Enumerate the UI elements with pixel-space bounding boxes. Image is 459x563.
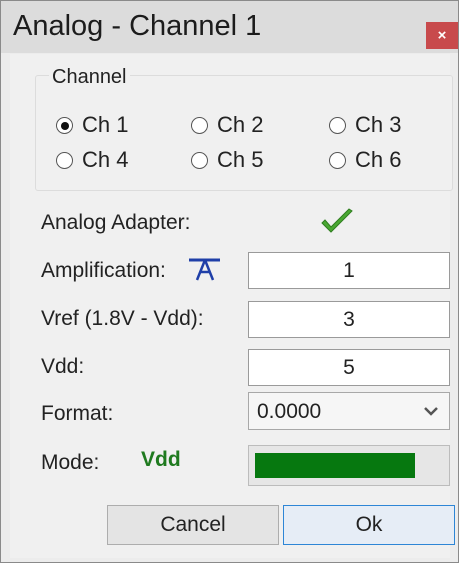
- format-label: Format:: [41, 402, 114, 425]
- format-select[interactable]: 0.0000: [248, 392, 450, 430]
- vref-label: Vref (1.8V - Vdd):: [41, 307, 204, 330]
- dialog-window: Analog - Channel 1 × Channel Ch 1 Ch 2 C…: [0, 0, 459, 563]
- radio-label-ch5: Ch 5: [217, 147, 264, 172]
- amplification-label: Amplification:: [41, 259, 166, 282]
- vref-input[interactable]: 3: [248, 301, 450, 338]
- radio-button-ch2[interactable]: [191, 116, 208, 134]
- mode-label: Mode:: [41, 451, 100, 474]
- mode-level-fill: [255, 453, 415, 478]
- radio-ch2[interactable]: Ch 2: [191, 112, 263, 138]
- window-title: Analog - Channel 1: [13, 10, 262, 42]
- cancel-button[interactable]: Cancel: [107, 505, 279, 545]
- radio-ch4[interactable]: Ch 4: [56, 147, 128, 173]
- radio-ch5[interactable]: Ch 5: [191, 147, 263, 173]
- close-icon: ×: [437, 27, 447, 44]
- radio-label-ch3: Ch 3: [355, 112, 402, 137]
- radio-button-ch6[interactable]: [329, 151, 346, 169]
- radio-label-ch2: Ch 2: [217, 112, 264, 137]
- close-button[interactable]: ×: [426, 22, 458, 49]
- vdd-label: Vdd:: [41, 355, 85, 378]
- mode-value: Vdd: [141, 448, 181, 471]
- amplification-input[interactable]: 1: [248, 252, 450, 289]
- analog-adapter-label: Analog Adapter:: [41, 211, 191, 234]
- format-selected-value: 0.0000: [257, 400, 322, 423]
- radio-ch6[interactable]: Ch 6: [329, 147, 401, 173]
- channel-group-legend: Channel: [49, 66, 130, 89]
- checkmark-icon: [321, 208, 353, 233]
- radio-label-ch1: Ch 1: [82, 112, 129, 137]
- radio-button-ch4[interactable]: [56, 151, 73, 169]
- vdd-input[interactable]: 5: [248, 349, 450, 386]
- radio-button-ch1[interactable]: [56, 116, 73, 134]
- radio-button-ch3[interactable]: [329, 116, 346, 134]
- title-bar: Analog - Channel 1: [1, 1, 458, 53]
- antenna-icon[interactable]: [187, 253, 223, 283]
- mode-level-bar: [248, 445, 450, 486]
- radio-ch1[interactable]: Ch 1: [56, 112, 128, 138]
- radio-ch3[interactable]: Ch 3: [329, 112, 401, 138]
- radio-label-ch4: Ch 4: [82, 147, 129, 172]
- radio-button-ch5[interactable]: [191, 151, 208, 169]
- chevron-down-icon[interactable]: [423, 405, 439, 417]
- ok-button[interactable]: Ok: [283, 505, 455, 545]
- radio-label-ch6: Ch 6: [355, 147, 402, 172]
